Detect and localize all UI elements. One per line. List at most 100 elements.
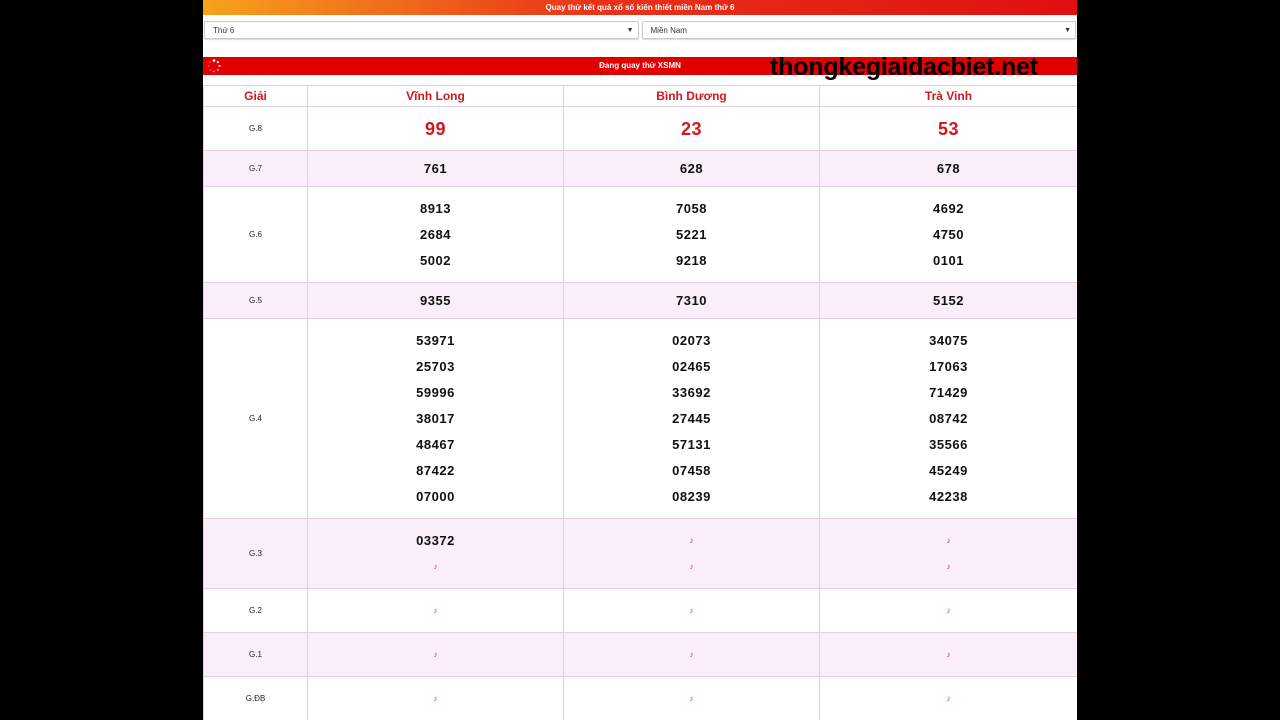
result-number: 02465 [672,358,711,374]
result-cell: ♪ [307,588,564,633]
region-select-value: Miền Nam [650,25,687,35]
pending-icon: ♪ [946,649,951,659]
pending-icon: ♪ [689,561,694,571]
result-number: 9355 [420,292,451,308]
prize-label: G.ĐB [203,676,308,720]
result-number: 45249 [929,462,968,478]
prize-label: G.2 [203,588,308,633]
result-number: 33692 [672,384,711,400]
result-number: 03372 [416,532,455,548]
result-number: 678 [936,160,961,176]
result-number: 5002 [420,252,451,268]
header-binh-duong: Bình Dương [563,85,820,107]
pending-icon: ♪ [433,649,438,659]
day-select[interactable]: Thứ 6 ▼ [204,21,639,39]
result-number: 23 [680,118,703,139]
pending-icon: ♪ [689,649,694,659]
result-number: 34075 [929,332,968,348]
result-number: 4750 [933,226,964,242]
table-row: G.6 8913 2684 5002 7058 5221 9218 4692 4750 0101 [203,186,1077,283]
table-header-row: Giải Vĩnh Long Bình Dương Trà Vinh [203,85,1077,107]
result-cell: 628 [563,150,820,187]
result-number: 42238 [929,488,968,504]
result-number: 02073 [672,332,711,348]
result-cell: 03372 ♪ [307,518,564,589]
result-cell: ♪ [307,676,564,720]
result-number: 53 [937,118,960,139]
result-cell: ♪ [819,676,1077,720]
result-cell: ♪ ♪ [819,518,1077,589]
table-row: G.ĐB ♪ ♪ ♪ [203,676,1077,720]
result-number: 59996 [416,384,455,400]
pending-icon: ♪ [946,535,951,545]
header-vinh-long: Vĩnh Long [307,85,564,107]
result-cell: 5152 [819,282,1077,319]
prize-label: G.7 [203,150,308,187]
result-number: 38017 [416,410,455,426]
loading-spinner-icon [207,59,221,73]
pending-icon: ♪ [946,693,951,703]
prize-label: G.4 [203,318,308,519]
result-cell: ♪ [307,632,564,677]
pending-icon: ♪ [946,561,951,571]
result-cell: 02073 02465 33692 27445 57131 07458 08239 [563,318,820,519]
prize-label: G.1 [203,632,308,677]
table-row: G.2 ♪ ♪ ♪ [203,588,1077,633]
table-row: G.3 03372 ♪ ♪ ♪ ♪ ♪ [203,518,1077,589]
day-select-value: Thứ 6 [213,25,235,35]
pending-icon: ♪ [433,605,438,615]
chevron-down-icon: ▼ [1064,26,1071,34]
chevron-down-icon: ▼ [626,26,634,34]
result-cell: 53971 25703 59996 38017 48467 87422 07000 [307,318,564,519]
result-number: 9218 [676,252,707,268]
result-number: 8913 [420,200,451,216]
pending-icon: ♪ [689,535,694,545]
result-cell: 53 [819,106,1077,151]
prize-label: G.5 [203,282,308,319]
pending-icon: ♪ [433,693,438,703]
result-cell: 7058 5221 9218 [563,186,820,283]
result-number: 57131 [672,436,711,452]
table-row: G.1 ♪ ♪ ♪ [203,632,1077,677]
result-cell: 99 [307,106,564,151]
header-tra-vinh: Trà Vinh [819,85,1077,107]
table-row: G.4 53971 25703 59996 38017 48467 87422 07000 02… [203,318,1077,519]
result-cell: ♪ [819,632,1077,677]
result-cell: 9355 [307,282,564,319]
result-number: 5152 [933,292,964,308]
pending-icon: ♪ [433,561,438,571]
result-number: 4692 [933,200,964,216]
result-cell: ♪ [819,588,1077,633]
result-number: 87422 [416,462,455,478]
watermark-text: thongkegiaidacbiet.net [770,53,1038,81]
result-number: 7058 [676,200,707,216]
prize-label: G.3 [203,518,308,589]
table-row: G.8 99 23 53 [203,106,1077,151]
result-number: 07000 [416,488,455,504]
result-cell: 761 [307,150,564,187]
result-number: 48467 [416,436,455,452]
result-number: 628 [679,160,704,176]
table-row: G.7 761 628 678 [203,150,1077,187]
result-cell: 23 [563,106,820,151]
filter-bar: Thứ 6 ▼ Miền Nam ▼ [203,15,1077,41]
table-row: G.5 9355 7310 5152 [203,282,1077,319]
region-select[interactable]: Miền Nam ▼ [641,21,1076,39]
result-number: 0101 [933,252,964,268]
result-number: 71429 [929,384,968,400]
result-number: 99 [424,118,447,139]
result-number: 53971 [416,332,455,348]
header-prize: Giải [203,85,308,107]
result-number: 5221 [676,226,707,242]
pending-icon: ♪ [946,605,951,615]
result-number: 08239 [672,488,711,504]
result-cell: ♪ [563,676,820,720]
result-cell: ♪ [563,588,820,633]
result-number: 27445 [672,410,711,426]
results-table: Giải Vĩnh Long Bình Dương Trà Vinh G.8 99… [203,85,1077,720]
pending-icon: ♪ [689,605,694,615]
result-number: 07458 [672,462,711,478]
result-number: 25703 [416,358,455,374]
results-page: Quay thử kết quả xổ số kiến thiết miền N… [203,0,1077,720]
prize-label: G.8 [203,106,308,151]
